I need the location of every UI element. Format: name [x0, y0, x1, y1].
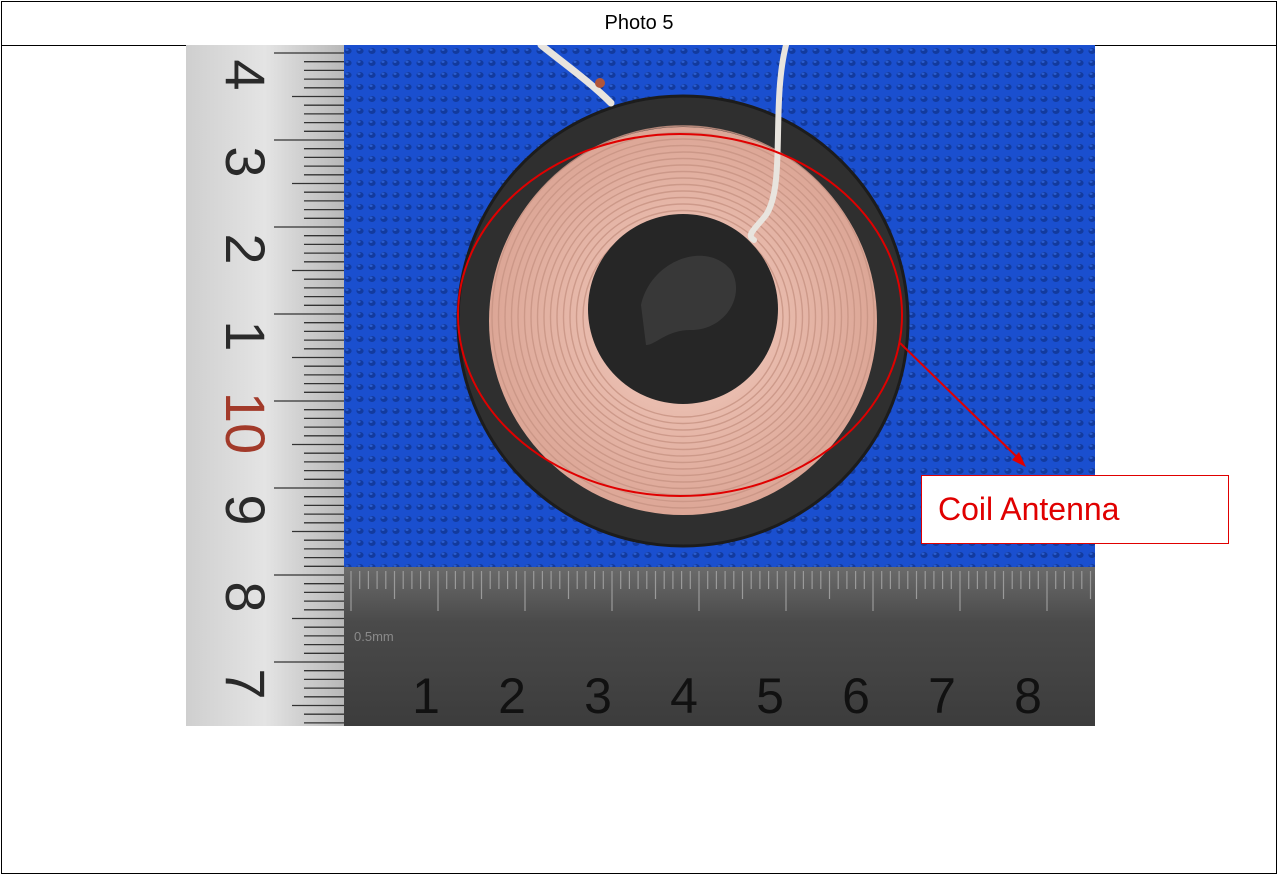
horizontal-ruler-number: 8	[1014, 668, 1042, 724]
horizontal-ruler: 0.5mm 1 2 3 4 5 6 7 8	[344, 567, 1095, 726]
vertical-ruler: 4 3 2 1 10 9 8 7	[186, 45, 344, 726]
coil-antenna-photo: 4 3 2 1 10 9 8 7 0.5mm 1 2 3 4 5 6 7 8	[186, 45, 1095, 726]
coil-antenna-callout: Coil Antenna	[921, 475, 1229, 544]
ruler-mark-label: 0.5mm	[354, 629, 394, 644]
vertical-ruler-number: 1	[214, 320, 277, 351]
vertical-ruler-number: 7	[214, 668, 277, 699]
horizontal-ruler-number: 6	[842, 668, 870, 724]
vertical-ruler-number: 10	[214, 392, 277, 454]
vertical-ruler-number: 9	[214, 494, 277, 525]
horizontal-ruler-number: 5	[756, 668, 784, 724]
vertical-ruler-number: 2	[214, 233, 277, 264]
vertical-ruler-number: 3	[214, 146, 277, 177]
vertical-ruler-number: 8	[214, 581, 277, 612]
photo-title: Photo 5	[2, 2, 1276, 46]
horizontal-ruler-number: 7	[928, 668, 956, 724]
horizontal-ruler-number: 4	[670, 668, 698, 724]
horizontal-ruler-number: 1	[412, 668, 440, 724]
horizontal-ruler-number: 2	[498, 668, 526, 724]
horizontal-ruler-number: 3	[584, 668, 612, 724]
vertical-ruler-number: 4	[214, 59, 277, 90]
